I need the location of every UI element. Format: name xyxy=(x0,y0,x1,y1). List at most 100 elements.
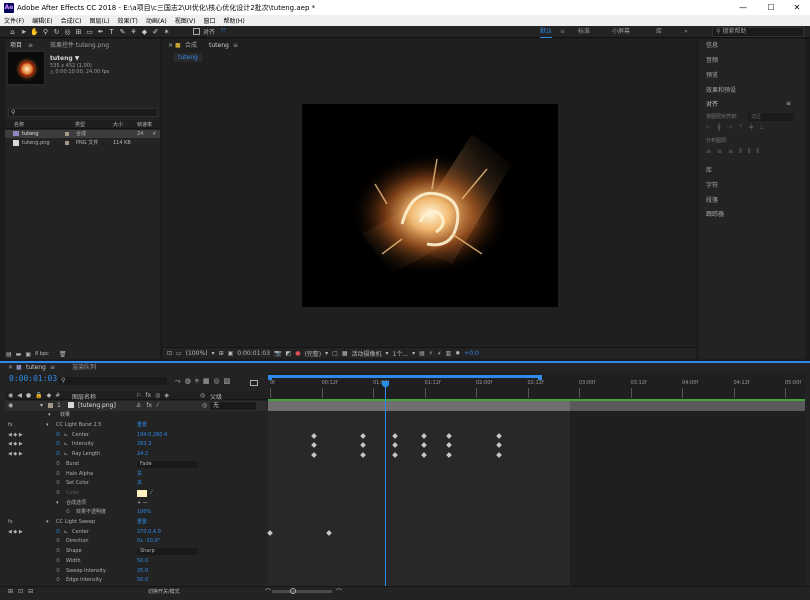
exposure-icon[interactable]: ✹ xyxy=(455,350,460,357)
pan-behind-tool-icon[interactable]: ⊞ xyxy=(74,27,83,36)
panel-paragraph[interactable]: 段落 xyxy=(706,196,718,206)
align-top-icon[interactable]: ⊤ xyxy=(738,124,743,132)
frame-blending-icon[interactable]: ▦ xyxy=(203,377,210,386)
align-vcenter-icon[interactable]: ╪ xyxy=(749,124,753,132)
property-value[interactable]: 24.2 xyxy=(137,450,148,460)
3d-switch-icon[interactable]: ◈ xyxy=(164,392,169,399)
distribute-top-icon[interactable]: ≡ xyxy=(706,148,711,156)
column-parent[interactable]: 父级 xyxy=(210,392,222,401)
home-icon[interactable]: ⌂ xyxy=(8,27,17,36)
panel-audio[interactable]: 音频 xyxy=(706,56,718,66)
stopwatch-icon[interactable]: ⏱ xyxy=(56,460,60,470)
table-row[interactable]: ⏱ Width 50.0 xyxy=(0,557,268,567)
property-value[interactable]: 283.3 xyxy=(137,440,151,450)
shy-switch-icon[interactable]: ⚐ xyxy=(136,392,141,399)
column-fps[interactable]: 帧速率 xyxy=(137,121,152,128)
panel-menu-icon[interactable]: ≡ xyxy=(28,40,33,51)
column-type[interactable]: 类型 xyxy=(75,121,85,128)
color-swatch[interactable] xyxy=(137,489,147,497)
graph-icon[interactable]: ⊾ xyxy=(64,431,68,441)
property-value[interactable]: 270.0,4.0 xyxy=(137,528,161,538)
table-row[interactable]: fx ▾ CC Light Burst 2.5 重置 xyxy=(0,421,268,431)
expand-icon[interactable]: ▾ xyxy=(46,518,49,528)
timeline-close-icon[interactable]: ✕ xyxy=(8,362,13,373)
keyframe-navigator-icon[interactable]: ◀ ◆ ▶ xyxy=(8,440,23,450)
property-value[interactable]: 重置 xyxy=(137,421,147,431)
channel-icon[interactable]: ● xyxy=(295,350,300,357)
solo-icon[interactable]: ● xyxy=(26,392,31,399)
panel-effects-presets[interactable]: 效果和预设 xyxy=(706,86,736,96)
distribute-hcenter-icon[interactable]: ⦀ xyxy=(748,148,751,156)
stopwatch-icon[interactable]: ⏱ xyxy=(56,470,60,480)
stopwatch-icon[interactable]: ⏱ xyxy=(56,489,60,499)
expand-icon[interactable]: ▾ xyxy=(56,499,59,509)
interpret-footage-icon[interactable]: ▤ xyxy=(6,351,12,358)
parent-dropdown[interactable]: 无 xyxy=(210,402,256,410)
property-value[interactable]: 0x -30.0° xyxy=(137,537,160,547)
zoom-dropdown[interactable]: (100%) xyxy=(186,350,208,357)
maximize-button[interactable]: ☐ xyxy=(758,0,784,15)
toggle-stretch-icon[interactable]: ⊟ xyxy=(28,588,33,595)
menu-edit[interactable]: 编辑(E) xyxy=(28,16,56,25)
property-value[interactable]: 50.0 xyxy=(137,557,148,567)
quality-icon[interactable]: ⁄ xyxy=(157,402,158,409)
eye-icon[interactable]: ◉ xyxy=(8,392,13,399)
snapshot-icon[interactable]: 📷 xyxy=(274,350,281,357)
minimize-button[interactable]: — xyxy=(730,0,756,15)
menu-view[interactable]: 视图(V) xyxy=(171,16,200,25)
align-right-icon[interactable]: ⊣ xyxy=(727,124,732,132)
zoom-in-icon[interactable]: ⌒ xyxy=(336,587,342,596)
help-search-box[interactable]: ⚲ 搜索帮助 xyxy=(712,27,804,37)
panel-info[interactable]: 信息 xyxy=(706,41,718,51)
workspace-small-screen[interactable]: 小屏幕 xyxy=(612,26,630,38)
composition-viewer[interactable] xyxy=(302,104,558,307)
zoom-tool-icon[interactable]: ⚲ xyxy=(41,27,50,36)
graph-icon[interactable]: ⊾ xyxy=(64,450,68,460)
timeline-icon[interactable]: ▥ xyxy=(446,350,452,357)
lock-icon[interactable]: 🔒 xyxy=(35,392,42,399)
tab-effect-controls[interactable]: 效果控件 tuteng.png xyxy=(50,40,109,51)
delete-icon[interactable]: 🗑 xyxy=(59,351,67,358)
layer-name[interactable]: [tuteng.png] xyxy=(78,401,116,411)
new-folder-icon[interactable]: ▬ xyxy=(16,351,22,358)
stopwatch-icon[interactable]: ⏱ xyxy=(56,528,60,538)
project-search-box[interactable]: ⚲ xyxy=(8,108,158,117)
selection-tool-icon[interactable]: ➤ xyxy=(19,27,28,36)
distribute-left-icon[interactable]: ⦀ xyxy=(739,148,742,156)
property-value[interactable]: 50.0 xyxy=(137,576,148,586)
zoom-out-icon[interactable]: ⌒ xyxy=(265,587,271,596)
type-tool-icon[interactable]: T xyxy=(107,27,116,36)
brush-tool-icon[interactable]: ✎ xyxy=(118,27,127,36)
camera-tool-icon[interactable]: ◎ xyxy=(63,27,72,36)
roto-brush-icon[interactable]: ✐ xyxy=(151,27,160,36)
graph-icon[interactable]: ⊾ xyxy=(64,528,68,538)
composition-lock-icon[interactable]: ■ xyxy=(175,40,181,51)
table-row[interactable]: ⏱ Direction 0x -30.0° xyxy=(0,537,268,547)
table-row[interactable]: ◀ ◆ ▶ ⏱ ⊾ Intensity 283.3 xyxy=(0,440,268,450)
table-row[interactable]: fx ▾ CC Light Sweep 重置 xyxy=(0,518,268,528)
puppet-tool-icon[interactable]: ✶ xyxy=(162,27,171,36)
playhead-line[interactable] xyxy=(385,382,386,588)
stopwatch-icon[interactable]: ⏱ xyxy=(56,557,60,567)
layer-duration-bar-extended[interactable] xyxy=(570,401,805,411)
eyedropper-icon[interactable]: ⁄ xyxy=(151,489,152,499)
layer-label-color[interactable] xyxy=(48,403,53,408)
panel-preview[interactable]: 预览 xyxy=(706,71,718,81)
comp-mini-flowchart-icon[interactable]: ⤳ xyxy=(175,377,181,386)
column-name[interactable]: 名称 xyxy=(14,121,24,128)
panel-library[interactable]: 库 xyxy=(706,166,712,176)
property-value[interactable]: 25.0 xyxy=(137,567,148,577)
distribute-right-icon[interactable]: ⦀ xyxy=(756,148,759,156)
stopwatch-icon[interactable]: ⏱ xyxy=(56,576,60,586)
snap-icon[interactable]: ⤧ xyxy=(221,28,226,36)
layer-duration-bar[interactable] xyxy=(268,401,570,411)
effects-expand-icon[interactable]: ▾ xyxy=(48,411,51,421)
eraser-tool-icon[interactable]: ◆ xyxy=(140,27,149,36)
keyframe-navigator-icon[interactable]: ◀ ◆ ▶ xyxy=(8,431,23,441)
fx-switch-icon[interactable]: fx xyxy=(8,421,13,431)
monitor-icon[interactable]: ▭ xyxy=(176,350,182,357)
render-icon[interactable]: ▤ xyxy=(419,350,425,357)
composition-tab-label[interactable]: 合成 xyxy=(185,40,197,51)
shy-icon[interactable]: ⍟ xyxy=(195,377,199,386)
table-row[interactable]: ◀ ◆ ▶ ⏱ ⊾ Center 194.0,260.4 xyxy=(0,431,268,441)
